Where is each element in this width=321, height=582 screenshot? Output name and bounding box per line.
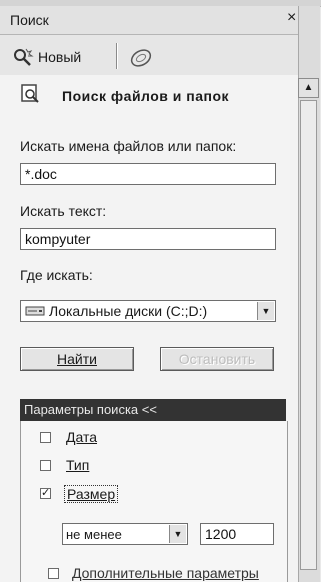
type-checkbox[interactable] xyxy=(40,460,51,471)
pane-title: Поиск xyxy=(10,12,49,28)
text-input[interactable] xyxy=(20,228,276,250)
size-value-input[interactable] xyxy=(200,523,274,545)
scroll-up-arrow[interactable]: ▲ xyxy=(298,78,319,98)
search-options-button[interactable] xyxy=(128,44,154,70)
stop-button[interactable]: Остановить xyxy=(160,347,274,371)
search-params-header[interactable]: Параметры поиска << xyxy=(20,399,286,421)
size-checkbox[interactable]: ✓ xyxy=(40,488,51,499)
drive-icon xyxy=(25,306,45,316)
tag-icon xyxy=(130,49,152,67)
toolbar-separator xyxy=(116,43,117,69)
panel-heading: Поиск файлов и папок xyxy=(62,88,230,104)
where-value: Локальные диски (C:;D:) xyxy=(49,303,208,319)
names-label: Искать имена файлов или папок: xyxy=(20,138,237,154)
where-label: Где искать: xyxy=(20,267,93,283)
date-checkbox[interactable] xyxy=(40,432,51,443)
size-mode-chevron-icon: ▼ xyxy=(169,525,186,543)
search-folder-icon xyxy=(21,84,39,103)
size-mode-value: не менее xyxy=(66,526,122,542)
where-select[interactable]: Локальные диски (C:;D:) ▼ xyxy=(20,300,276,322)
close-button[interactable]: × xyxy=(287,10,296,26)
close-icon: × xyxy=(287,9,297,26)
new-search-icon xyxy=(14,48,34,66)
size-label: Размер xyxy=(64,485,119,503)
search-params-box xyxy=(20,421,288,582)
text-label: Искать текст: xyxy=(20,203,107,219)
chevron-down-icon: ▼ xyxy=(257,302,274,320)
find-button[interactable]: Найти xyxy=(20,347,134,371)
size-mode-select[interactable]: не менее ▼ xyxy=(62,523,188,545)
advanced-checkbox[interactable] xyxy=(48,568,59,579)
advanced-label: Дополнительные параметры xyxy=(72,565,259,581)
new-search-button[interactable]: Новый xyxy=(12,46,81,68)
date-label: Дата xyxy=(66,429,98,445)
stop-button-label: Остановить xyxy=(178,351,256,367)
names-input[interactable] xyxy=(20,163,276,185)
scroll-thumb[interactable] xyxy=(300,100,317,570)
find-button-label: Найти xyxy=(57,351,97,367)
new-search-label: Новый xyxy=(38,49,82,65)
type-label: Тип xyxy=(66,457,90,473)
